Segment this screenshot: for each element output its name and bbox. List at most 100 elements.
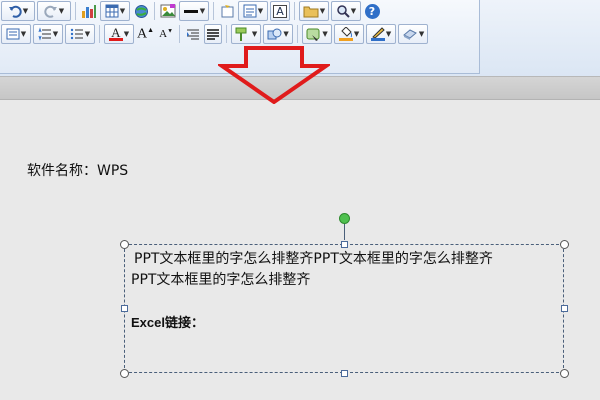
toolbar-separator (99, 25, 100, 43)
insert-table-button[interactable]: ▼ (100, 1, 130, 21)
shrink-font-icon: A▼ (159, 28, 174, 40)
bullets-icon (6, 28, 20, 40)
chevron-down-icon: ▼ (418, 30, 425, 38)
textbox-content[interactable]: PPT文本框里的字怎么排整齐PPT文本框里的字怎么排整齐 PPT文本框里的字怎么… (131, 249, 561, 291)
toolbar-separator (297, 25, 299, 43)
fill-bucket-icon (338, 27, 353, 41)
bullets-button[interactable]: ▼ (1, 24, 31, 44)
resize-handle-top-left[interactable] (120, 240, 129, 249)
arrow-down-icon (218, 46, 330, 104)
software-name-label: 软件名称：WPS (27, 163, 129, 179)
toolbar-separator (75, 2, 76, 20)
chevron-down-icon: ▼ (350, 7, 357, 15)
grow-font-button[interactable]: A▲ (136, 24, 155, 44)
line-color-swatch (370, 38, 385, 41)
chevron-down-icon: ▼ (385, 30, 392, 38)
rotation-handle-stem (344, 222, 345, 240)
chevron-down-icon: ▼ (199, 7, 206, 15)
grow-font-icon: A▲ (137, 25, 155, 42)
chevron-down-icon: ▼ (353, 30, 360, 38)
shape-outline-icon (267, 28, 282, 39)
shape-fill-button[interactable]: ▼ (231, 24, 262, 44)
resize-handle-bottom[interactable] (341, 370, 348, 377)
font-color-swatch (108, 38, 123, 41)
line-style-button[interactable]: ▼ (179, 1, 209, 21)
textbox-icon: A (273, 4, 287, 18)
chevron-down-icon: ▼ (123, 30, 130, 38)
eraser-icon (402, 29, 417, 40)
textbox-line-2: PPT文本框里的字怎么排整齐 (131, 272, 311, 288)
toolbar-separator (179, 25, 181, 43)
line-icon (183, 10, 198, 13)
resize-handle-left[interactable] (121, 305, 128, 312)
pen-glyph-icon (372, 27, 385, 38)
align-left-icon (187, 29, 200, 40)
redo-button[interactable]: ▼ (37, 1, 71, 21)
table-icon (105, 4, 119, 18)
pen-icon (370, 27, 385, 41)
toolbar-separator (294, 2, 295, 20)
align-justify-button[interactable] (204, 24, 223, 44)
chevron-down-icon: ▼ (84, 30, 91, 38)
fill-color-button[interactable]: ▼ (334, 24, 365, 44)
chevron-down-icon: ▼ (20, 30, 27, 38)
font-color-icon: A (108, 25, 123, 41)
font-color-glyph: A (111, 25, 121, 40)
numbering-icon (38, 27, 51, 41)
help-button[interactable]: ? (363, 1, 381, 21)
align-left-button[interactable] (184, 24, 202, 44)
line-color-button[interactable]: ▼ (366, 24, 397, 44)
numbered-list-button[interactable]: ▼ (65, 24, 95, 44)
textbox-button[interactable]: A (270, 1, 290, 21)
chart-icon (82, 5, 96, 18)
toolbar-separator (226, 25, 228, 43)
align-justify-icon (207, 29, 220, 40)
resize-handle-bottom-left[interactable] (120, 369, 129, 378)
effects-button[interactable]: ▼ (302, 24, 333, 44)
chevron-down-icon: ▼ (251, 30, 258, 38)
open-folder-button[interactable]: ▼ (299, 1, 329, 21)
toolbar-row-1: ▼ ▼ ▼ ▼ ▼ A ▼ ▼ ? (0, 0, 382, 22)
insert-picture-button[interactable] (159, 1, 177, 21)
fill-color-swatch (338, 38, 353, 41)
list-icon (70, 28, 83, 40)
shrink-font-glyph: A (159, 28, 168, 40)
new-slide-button[interactable] (218, 1, 236, 21)
insert-hyperlink-button[interactable] (132, 1, 150, 21)
zoom-icon (337, 5, 350, 18)
redo-icon (44, 5, 57, 18)
new-slide-icon (221, 4, 233, 17)
bucket-glyph-icon (341, 27, 352, 38)
layout-icon (243, 4, 257, 18)
resize-handle-top[interactable] (341, 241, 348, 248)
shrink-font-button[interactable]: A▼ (157, 24, 175, 44)
font-color-button[interactable]: A ▼ (104, 24, 134, 44)
chevron-down-icon: ▼ (22, 7, 29, 15)
picture-icon (160, 4, 176, 18)
line-spacing-button[interactable]: ▼ (33, 24, 63, 44)
shadow-button[interactable]: ▼ (398, 24, 429, 44)
chevron-down-icon: ▼ (58, 7, 65, 15)
resize-handle-right[interactable] (561, 305, 568, 312)
shape-fill-icon (235, 27, 247, 41)
textbox-line-1: PPT文本框里的字怎么排整齐PPT文本框里的字怎么排整齐 (134, 251, 493, 267)
zoom-button[interactable]: ▼ (331, 1, 361, 21)
grow-font-glyph: A (137, 26, 148, 42)
help-icon: ? (364, 3, 380, 19)
chevron-down-icon: ▼ (322, 30, 328, 38)
shape-outline-button[interactable]: ▼ (263, 24, 294, 44)
resize-handle-top-right[interactable] (560, 240, 569, 249)
toolbar-row-2: ▼ ▼ ▼ A ▼ A▲ A▼ ▼ ▼ ▼ ▼ ▼ ▼ (0, 23, 429, 45)
chevron-down-icon: ▼ (119, 7, 126, 15)
resize-handle-bottom-right[interactable] (560, 369, 569, 378)
layout-button[interactable]: ▼ (238, 1, 268, 21)
excel-link-label: Excel链接： (131, 315, 204, 330)
globe-icon (134, 4, 148, 18)
chevron-down-icon: ▼ (319, 7, 326, 15)
toolbar-separator (154, 2, 155, 20)
insert-chart-button[interactable] (80, 1, 98, 21)
undo-button[interactable]: ▼ (1, 1, 35, 21)
rotation-handle[interactable] (339, 213, 350, 224)
selected-text-box[interactable]: PPT文本框里的字怎么排整齐PPT文本框里的字怎么排整齐 PPT文本框里的字怎么… (124, 244, 564, 373)
toolbar-separator (213, 2, 214, 20)
